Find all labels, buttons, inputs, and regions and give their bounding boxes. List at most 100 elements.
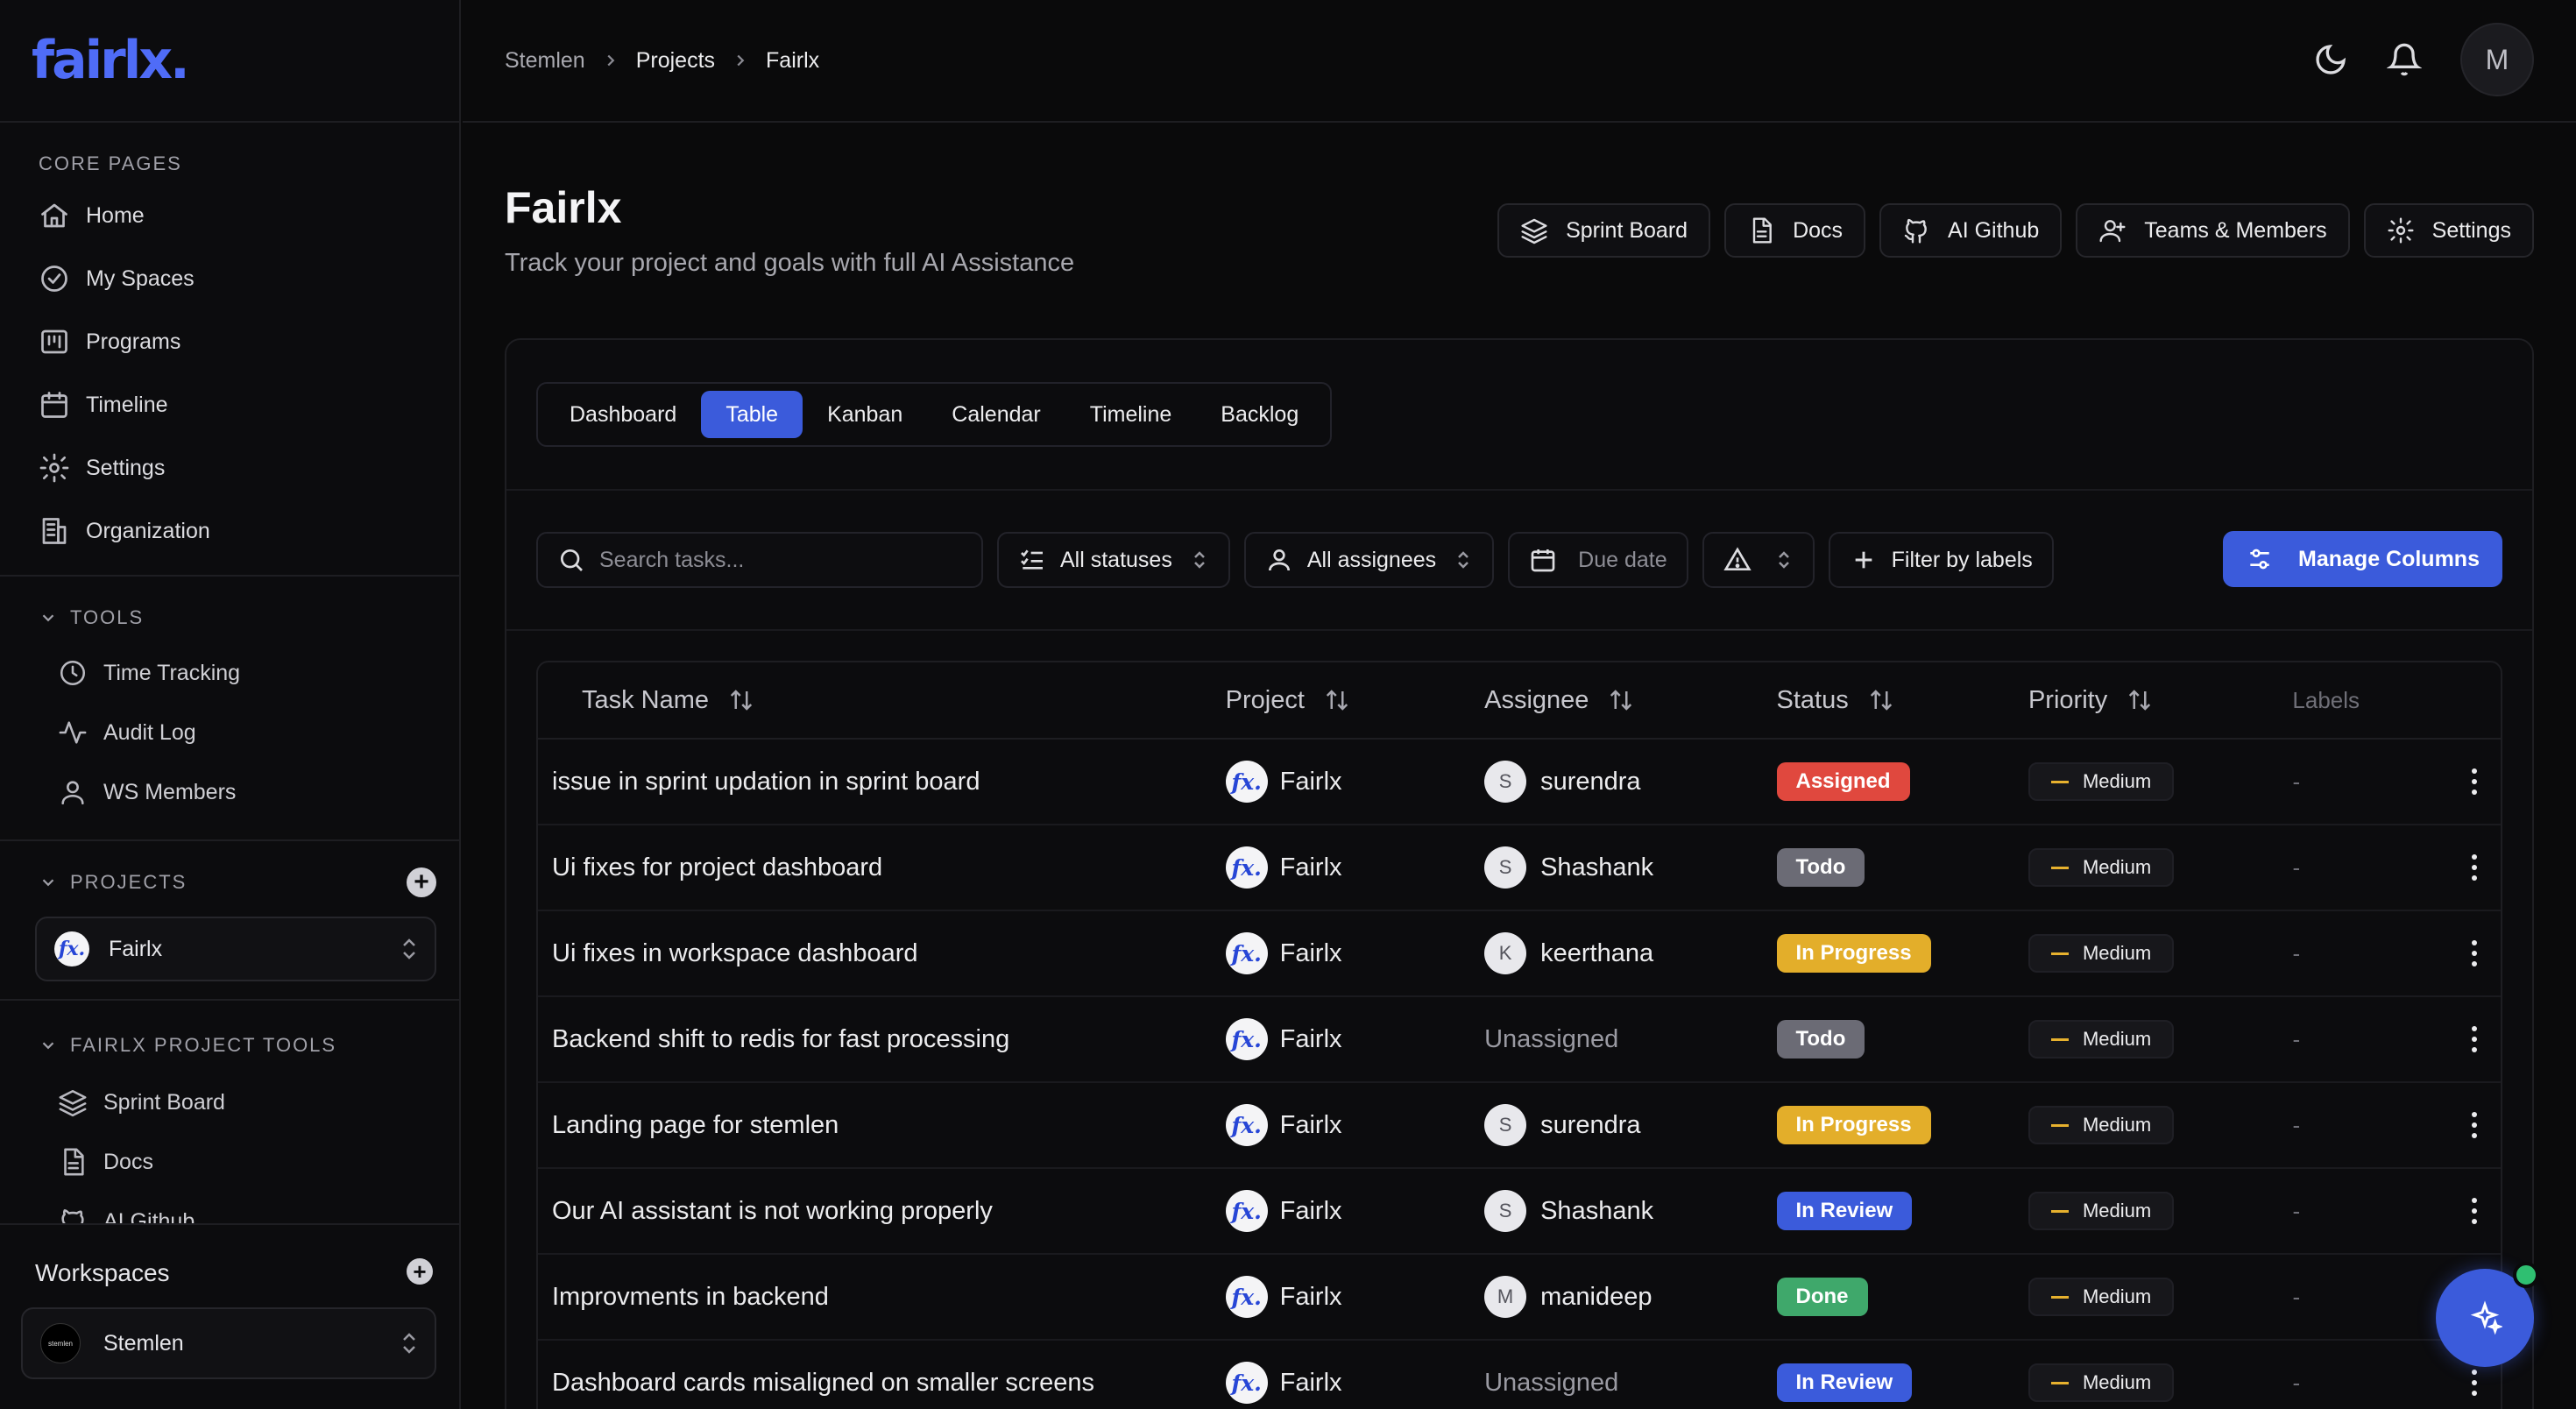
tab-kanban[interactable]: Kanban (803, 391, 927, 438)
column-header-priority[interactable]: Priority (2028, 686, 2292, 715)
docs-button[interactable]: Docs (1724, 203, 1866, 258)
user-avatar[interactable]: M (2460, 23, 2534, 96)
status-cell[interactable]: In Review (1776, 1192, 2028, 1230)
sort-icon[interactable] (1324, 687, 1350, 713)
column-header-task-name[interactable]: Task Name (538, 686, 1226, 715)
column-header-labels[interactable]: Labels (2292, 687, 2448, 714)
row-actions[interactable] (2448, 1024, 2501, 1054)
task-name[interactable]: Dashboard cards misaligned on smaller sc… (538, 1369, 1226, 1398)
breadcrumb-projects[interactable]: Projects (636, 48, 715, 74)
priority-cell[interactable]: Medium (2028, 848, 2292, 887)
fairlx-logo[interactable]: fairlx. (32, 30, 190, 91)
sort-icon[interactable] (728, 687, 754, 713)
priority-cell[interactable]: Medium (2028, 934, 2292, 973)
tab-dashboard[interactable]: Dashboard (545, 391, 701, 438)
row-actions[interactable] (2448, 767, 2501, 797)
projects-section-toggle[interactable]: PROJECTS (0, 860, 459, 904)
table-row[interactable]: issue in sprint updation in sprint board… (538, 740, 2501, 825)
status-cell[interactable]: Todo (1776, 848, 2028, 887)
row-actions[interactable] (2448, 1196, 2501, 1226)
sidebar-item-ws-members[interactable]: WS Members (0, 762, 459, 822)
tab-calendar[interactable]: Calendar (927, 391, 1065, 438)
ai-github-button[interactable]: AI Github (1879, 203, 2063, 258)
manage-columns-button[interactable]: Manage Columns (2223, 531, 2502, 587)
table-row[interactable]: Our AI assistant is not working properly… (538, 1169, 2501, 1255)
table-row[interactable]: Ui fixes for project dashboard fx. Fairlx… (538, 825, 2501, 911)
sidebar-item-home[interactable]: Home (0, 184, 459, 247)
status-cell[interactable]: In Progress (1776, 934, 2028, 973)
table-row[interactable]: Ui fixes in workspace dashboard fx. Fairl… (538, 911, 2501, 997)
task-name[interactable]: Backend shift to redis for fast processi… (538, 1025, 1226, 1054)
tab-backlog[interactable]: Backlog (1196, 391, 1323, 438)
assignee-cell[interactable]: Ssurendra (1484, 761, 1776, 803)
table-row[interactable]: Improvments in backend fx. Fairlx Mmanide… (538, 1255, 2501, 1341)
sidebar-item-my-spaces[interactable]: My Spaces (0, 247, 459, 310)
sprint-board-button[interactable]: Sprint Board (1497, 203, 1711, 258)
sort-icon[interactable] (1868, 687, 1894, 713)
assignee-cell[interactable]: Kkeerthana (1484, 932, 1776, 974)
task-name[interactable]: issue in sprint updation in sprint board (538, 768, 1226, 797)
task-name[interactable]: Ui fixes in workspace dashboard (538, 939, 1226, 968)
add-project-button[interactable]: + (407, 867, 436, 897)
teams-and-members-button[interactable]: Teams & Members (2076, 203, 2350, 258)
sidebar-item-audit-log[interactable]: Audit Log (0, 703, 459, 762)
assignee-cell[interactable]: S Shashank (1484, 1190, 1776, 1232)
column-header-status[interactable]: Status (1777, 686, 2028, 715)
table-row[interactable]: Landing page for stemlen fx. Fairlx Ssure… (538, 1083, 2501, 1169)
sidebar-item-organization[interactable]: Organization (0, 499, 459, 563)
sidebar-item-programs[interactable]: Programs (0, 310, 459, 373)
table-row[interactable]: Dashboard cards misaligned on smaller sc… (538, 1341, 2501, 1409)
assignee-cell[interactable]: Unassigned (1484, 1025, 1776, 1054)
search-input[interactable]: Search tasks... (599, 548, 744, 573)
task-name[interactable]: Improvments in backend (538, 1283, 1226, 1312)
status-cell[interactable]: Todo (1776, 1020, 2028, 1059)
task-name[interactable]: Landing page for stemlen (538, 1111, 1226, 1140)
sidebar-item-ai-github[interactable]: AI Github (0, 1192, 459, 1223)
due-date-filter[interactable]: Due date (1508, 532, 1688, 588)
assignee-cell[interactable]: S Shashank (1484, 846, 1776, 889)
priority-filter[interactable] (1702, 532, 1815, 588)
priority-cell[interactable]: Medium (2028, 762, 2292, 801)
row-actions[interactable] (2448, 853, 2501, 882)
sort-icon[interactable] (1608, 687, 1634, 713)
assignee-cell[interactable]: Mmanideep (1484, 1276, 1776, 1318)
moon-icon[interactable] (2313, 42, 2348, 77)
status-cell[interactable]: In Review (1776, 1363, 2028, 1402)
project-tools-section-toggle[interactable]: FAIRLX PROJECT TOOLS (0, 1023, 459, 1067)
assignee-cell[interactable]: Unassigned (1484, 1369, 1776, 1398)
bell-icon[interactable] (2387, 42, 2422, 77)
sort-icon[interactable] (2127, 687, 2153, 713)
status-cell[interactable]: Done (1776, 1278, 2028, 1316)
assignee-cell[interactable]: Ssurendra (1484, 1104, 1776, 1146)
task-name[interactable]: Ui fixes for project dashboard (538, 853, 1226, 882)
tools-section-toggle[interactable]: TOOLS (0, 596, 459, 640)
row-actions[interactable] (2448, 1368, 2501, 1398)
tab-timeline[interactable]: Timeline (1065, 391, 1197, 438)
add-workspace-button[interactable]: + (407, 1258, 433, 1285)
sidebar-item-time-tracking[interactable]: Time Tracking (0, 643, 459, 703)
column-header-project[interactable]: Project (1226, 686, 1484, 715)
assignee-filter[interactable]: All assignees (1243, 532, 1495, 588)
priority-cell[interactable]: Medium (2028, 1020, 2292, 1059)
project-selector[interactable]: fx. Fairlx (35, 917, 436, 981)
status-cell[interactable]: In Progress (1776, 1106, 2028, 1144)
priority-cell[interactable]: Medium (2028, 1363, 2292, 1402)
status-cell[interactable]: Assigned (1776, 762, 2028, 801)
priority-cell[interactable]: Medium (2028, 1192, 2292, 1230)
table-row[interactable]: Backend shift to redis for fast processi… (538, 997, 2501, 1083)
row-actions[interactable] (2448, 938, 2501, 968)
sidebar-item-timeline[interactable]: Timeline (0, 373, 459, 436)
tab-table[interactable]: Table (701, 391, 803, 438)
labels-filter[interactable]: Filter by labels (1828, 532, 2054, 588)
sidebar-item-sprint-board[interactable]: Sprint Board (0, 1073, 459, 1132)
task-name[interactable]: Our AI assistant is not working properly (538, 1197, 1226, 1226)
priority-cell[interactable]: Medium (2028, 1278, 2292, 1316)
settings-button[interactable]: Settings (2363, 203, 2534, 258)
column-header-assignee[interactable]: Assignee (1484, 686, 1776, 715)
breadcrumb-workspace[interactable]: Stemlen (505, 48, 585, 74)
sidebar-item-docs[interactable]: Docs (0, 1132, 459, 1192)
priority-cell[interactable]: Medium (2028, 1106, 2292, 1144)
status-filter[interactable]: All statuses (997, 532, 1230, 588)
row-actions[interactable] (2448, 1110, 2501, 1140)
search-box[interactable]: Search tasks... (536, 532, 983, 588)
